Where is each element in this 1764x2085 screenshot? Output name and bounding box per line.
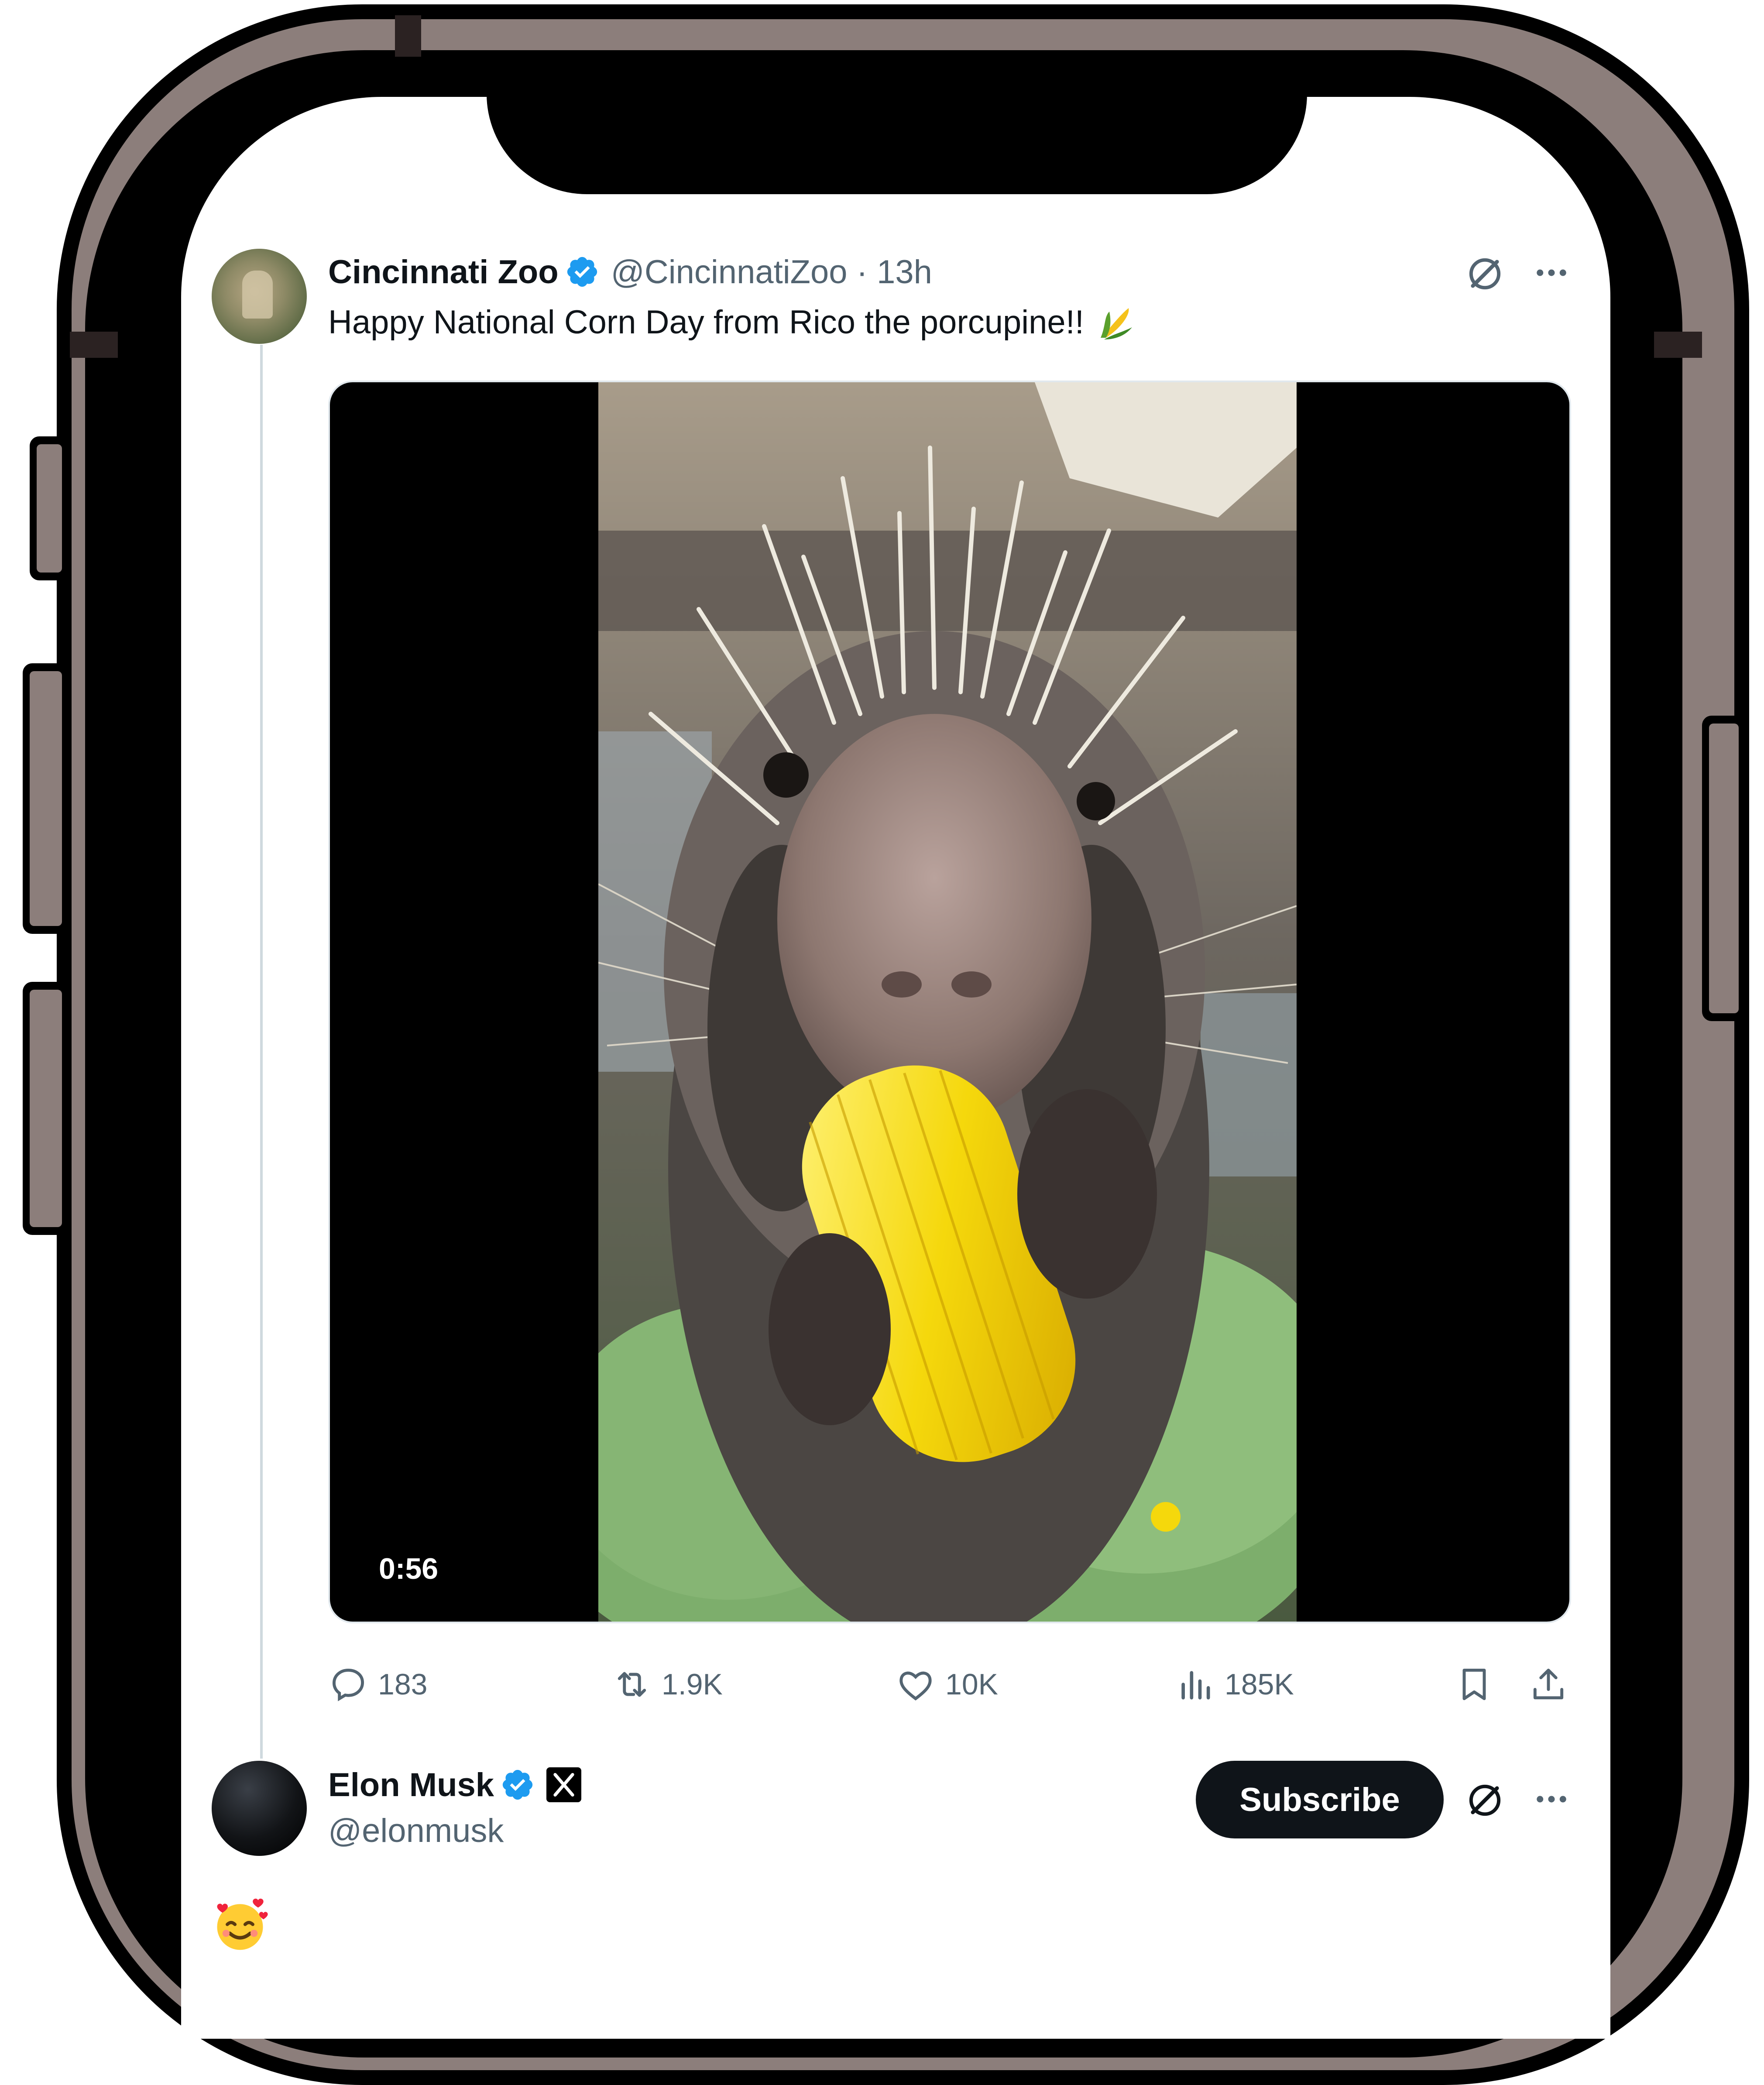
author-handle[interactable]: @elonmusk	[328, 1812, 504, 1850]
more-options-icon[interactable]	[1532, 253, 1571, 292]
author-name[interactable]: Elon Musk	[328, 1766, 494, 1804]
phone-side-button	[30, 436, 69, 580]
phone-notch	[487, 65, 1307, 194]
more-options-icon[interactable]	[1532, 1780, 1571, 1819]
grok-icon[interactable]	[1464, 253, 1506, 295]
tweet-header: Cincinnati Zoo @CincinnatiZoo · 13h	[328, 252, 932, 291]
tweet-text-body: Happy National Corn Day from Rico the po…	[328, 303, 1084, 341]
tweet-actions: 183 1.9K 10K 185K	[328, 1658, 1571, 1711]
reply-icon	[332, 1668, 364, 1701]
subscribe-button[interactable]: Subscribe	[1196, 1761, 1444, 1838]
x-affiliate-badge-icon	[546, 1767, 582, 1802]
reply-button[interactable]: 183	[328, 1658, 427, 1711]
porcupine-video-frame	[598, 382, 1297, 1622]
grok-icon[interactable]	[1464, 1780, 1506, 1821]
smiling-face-with-hearts-emoji-icon	[217, 1898, 268, 1950]
author-handle[interactable]: @CincinnatiZoo · 13h	[611, 253, 932, 291]
tweet-header: Elon Musk	[328, 1764, 582, 1806]
repost-icon	[618, 1672, 646, 1697]
share-button[interactable]	[1528, 1658, 1578, 1711]
like-button[interactable]: 10K	[896, 1658, 998, 1711]
video-duration: 0:56	[379, 1552, 439, 1585]
video-player[interactable]: 0:56	[328, 381, 1571, 1623]
antenna-band	[395, 15, 421, 57]
thread-line	[260, 345, 263, 1759]
views-button[interactable]: 185K	[1175, 1658, 1294, 1711]
verified-badge-icon	[567, 257, 597, 287]
repost-button[interactable]: 1.9K	[612, 1658, 723, 1711]
avatar[interactable]	[212, 1761, 307, 1856]
phone-power-button	[1702, 716, 1746, 1021]
phone-volume-up-button	[23, 663, 69, 934]
bookmark-button[interactable]	[1454, 1658, 1504, 1711]
like-count: 10K	[945, 1668, 998, 1701]
phone-volume-down-button	[23, 982, 69, 1235]
avatar[interactable]	[212, 249, 307, 344]
reply-count: 183	[378, 1668, 428, 1701]
verified-badge-icon	[502, 1770, 533, 1800]
author-name[interactable]: Cincinnati Zoo	[328, 253, 559, 291]
repost-count: 1.9K	[662, 1668, 723, 1701]
bookmark-icon	[1462, 1668, 1486, 1701]
views-chart-icon	[1181, 1671, 1210, 1700]
antenna-band	[1654, 332, 1702, 358]
share-icon	[1533, 1668, 1564, 1700]
tweet-text: Happy National Corn Day from Rico the po…	[328, 301, 1137, 343]
view-count: 185K	[1225, 1668, 1294, 1701]
antenna-band	[70, 332, 118, 358]
corn-emoji-icon	[1100, 308, 1132, 339]
heart-icon	[899, 1671, 932, 1701]
